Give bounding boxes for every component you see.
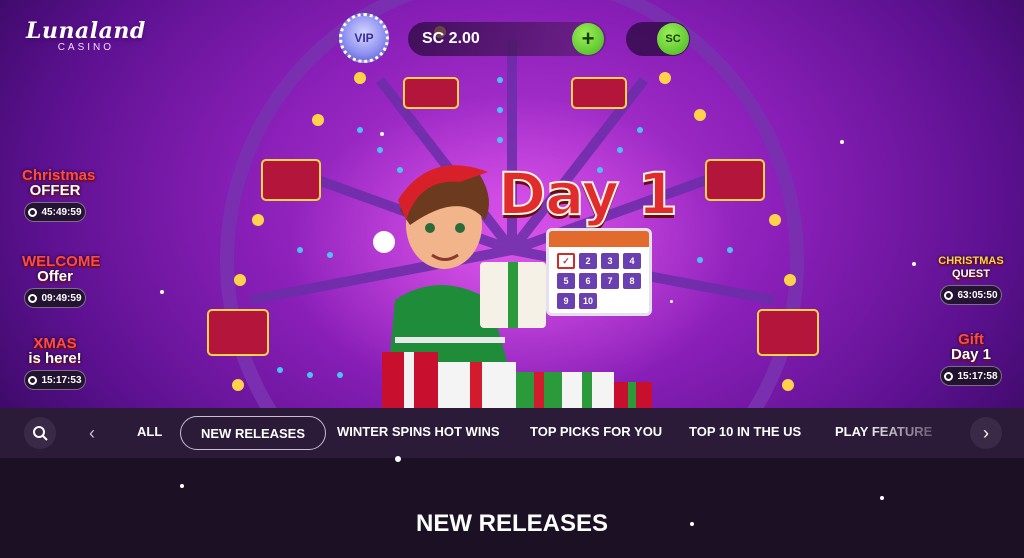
logo-wordmark: Lunaland [26,18,146,44]
promo-christmas-offer[interactable]: Christmas OFFER 45:49:59 [22,167,96,222]
vip-label: VIP [354,31,374,45]
promo-timer: 09:49:59 [24,288,86,308]
snowflake [880,496,884,500]
calendar-day: 2 [579,253,597,269]
promo-gift-day-1[interactable]: Gift Day 1 15:17:58 [938,332,1004,386]
promo-art: XMAS is here! [22,336,88,366]
promo-line1: CHRISTMAS [938,255,1004,267]
promo-art: WELCOME Offer [22,253,101,285]
calendar-header [549,231,649,247]
category-bar: ‹ ALL NEW RELEASES WINTER SPINS HOT WINS… [0,408,1024,458]
balance-amount: SC 2.00 [422,30,480,47]
snowflake [690,522,694,526]
advent-calendar: ✓ 2 3 4 5 6 7 8 9 10 [546,228,652,316]
promo-christmas-quest[interactable]: CHRISTMAS QUEST 63:05:50 [938,255,1004,305]
promo-line2: QUEST [952,268,990,280]
chevron-right-icon: › [983,422,989,443]
scroll-left-button[interactable]: ‹ [76,417,108,449]
promo-timer: 15:17:58 [940,366,1002,386]
snowflake [840,140,844,144]
calendar-grid: ✓ 2 3 4 5 6 7 8 9 10 [549,247,649,315]
promo-xmas-is-here[interactable]: XMAS is here! 15:17:53 [22,336,88,390]
timer-text: 63:05:50 [957,289,998,301]
category-top-picks-for-you[interactable]: TOP PICKS FOR YOU [530,424,662,439]
timer-text: 15:17:53 [41,374,82,386]
promo-timer: 45:49:59 [24,202,86,222]
clock-icon [944,371,954,381]
scroll-fade [860,408,960,458]
promo-art: Christmas OFFER [22,167,96,199]
snowflake [395,456,401,462]
section-title: NEW RELEASES [415,510,609,537]
hero-title: Day 1 [497,159,679,229]
add-funds-button[interactable]: + [572,23,604,55]
category-all[interactable]: ALL [137,424,162,439]
clock-icon [28,375,38,385]
currency-toggle[interactable]: SC [626,22,690,56]
casino-logo[interactable]: Lunaland CASINO [26,18,146,53]
snowflake [912,262,916,266]
timer-text: 15:17:58 [957,370,998,382]
new-releases-section: NEW RELEASES [0,456,1024,558]
promo-line2: is here! [28,350,82,367]
clock-icon [28,207,38,217]
promo-line1: XMAS [33,335,77,352]
hero-banner[interactable]: Lunaland CASINO VIP SC 2.00 + SC Christm… [0,0,1024,408]
calendar-day: 8 [623,273,641,289]
calendar-day: 6 [579,273,597,289]
search-button[interactable] [24,417,56,449]
snowflake [380,132,384,136]
sc-coin-icon: SC [657,23,689,55]
promo-art: CHRISTMAS QUEST [938,255,1004,281]
calendar-day: 5 [557,273,575,289]
snowflake [160,290,164,294]
timer-text: 45:49:59 [41,206,82,218]
snowflake [180,484,184,488]
category-winter-spins-hot-wins[interactable]: WINTER SPINS HOT WINS [337,424,500,439]
promo-timer: 63:05:50 [940,285,1002,305]
promo-art: Gift Day 1 [938,332,1004,362]
clock-icon [28,293,38,303]
category-new-releases[interactable]: NEW RELEASES [180,416,327,450]
snowflake [670,300,673,303]
promo-timer: 15:17:53 [24,370,86,390]
calendar-day: 4 [623,253,641,269]
page: Lunaland CASINO VIP SC 2.00 + SC Christm… [0,0,1024,558]
calendar-day: ✓ [557,253,575,269]
category-top-10-in-the-us[interactable]: TOP 10 IN THE US [689,424,801,439]
timer-text: 09:49:59 [41,292,82,304]
vip-badge[interactable]: VIP [339,13,389,63]
promo-welcome-offer[interactable]: WELCOME Offer 09:49:59 [22,253,101,308]
promo-line2: Day 1 [950,346,992,363]
search-icon [33,426,48,441]
balance-pill[interactable]: SC 2.00 + [408,22,606,56]
promo-line1: Gift [958,331,984,348]
calendar-day: 10 [579,293,597,309]
chevron-left-icon: ‹ [89,422,95,443]
calendar-day: 3 [601,253,619,269]
clock-icon [944,290,954,300]
calendar-day: 7 [601,273,619,289]
promo-line1: Christmas [22,167,96,184]
promo-line2: Offer [37,268,73,285]
promo-line1: WELCOME [22,253,101,270]
promo-line2: OFFER [29,182,81,199]
scroll-right-button[interactable]: › [970,417,1002,449]
calendar-day: 9 [557,293,575,309]
